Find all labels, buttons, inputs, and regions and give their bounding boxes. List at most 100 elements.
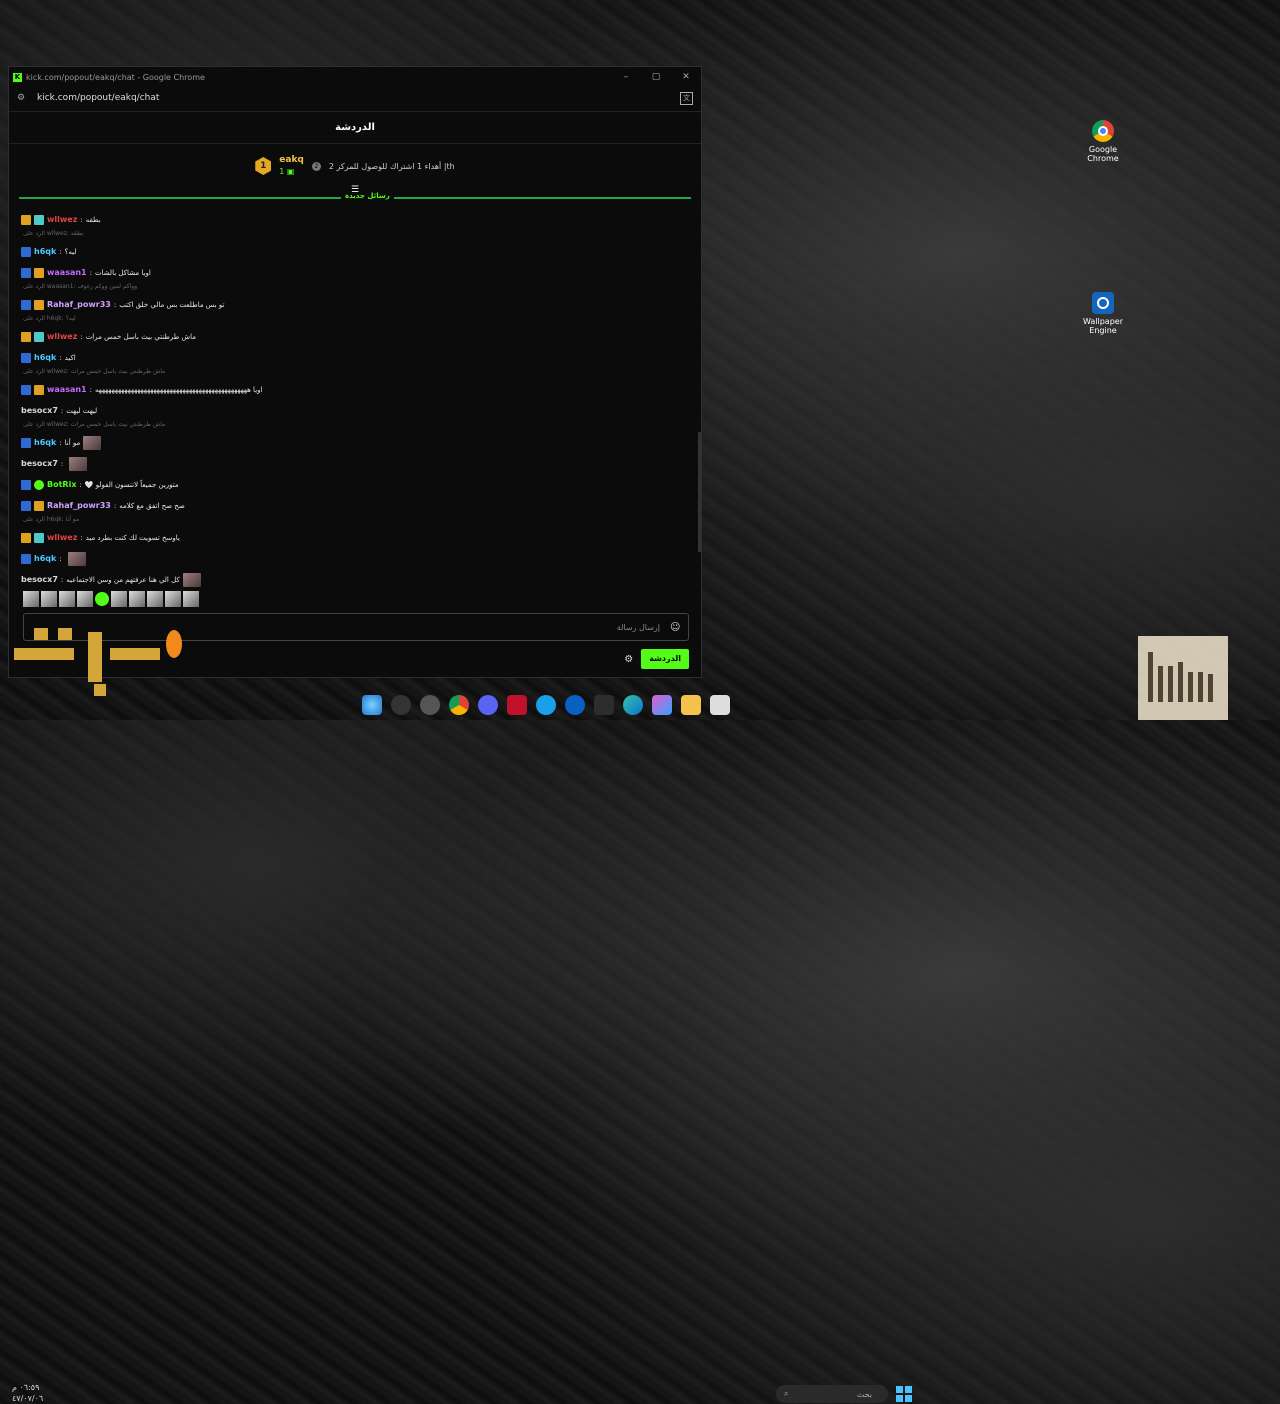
chat-message-text: بطقه [85,215,101,224]
chat-message-text: مو أنا [64,438,81,447]
translate-icon[interactable]: 文 [680,91,693,105]
chat-username[interactable]: h6qk [34,353,56,362]
chat-header-title: الدردشة [335,122,375,133]
reply-context[interactable]: الرد على wllwez: ماش طرطنتي بيث باسل خمس… [21,368,691,379]
emote-icon[interactable] [147,591,163,607]
store-icon[interactable] [594,695,614,715]
taskbar-search[interactable]: ⌕ بحث [776,1385,888,1403]
teal-badge-icon [34,214,44,225]
chat-message[interactable]: wllwez: ياوسخ تسويت لك كنت بطرد ميد [21,527,691,548]
message-separator: : [89,385,92,394]
message-separator: : [89,268,92,277]
help-icon[interactable] [536,695,556,715]
chat-message[interactable]: besocx7: كل الي هنا عرفتهم من وسن الاجتما… [21,569,691,590]
search-icon: ⌕ [784,1389,789,1398]
pinned-gift-banner[interactable]: 1 eakq 1 ▣ 2 أهداء 1 اشتراك للوصول للمرك… [9,145,701,187]
chat-message[interactable]: Rahaf_powr33: صح صح اتفق مع كلامه [21,495,691,516]
emote-icon[interactable] [165,591,181,607]
blue-badge-icon [21,299,31,310]
system-clock[interactable]: ٠٦:٥٩ م ٤٧/٠٧/٠٦ [12,1382,43,1404]
hp-icon[interactable] [565,695,585,715]
reply-context[interactable]: الرد على wllwez: ماش طرطنتي بيث باسل خمس… [21,421,691,432]
chat-username[interactable]: Rahaf_powr33 [47,300,111,309]
chat-username[interactable]: h6qk [34,554,56,563]
chat-username[interactable]: waasan1 [47,268,87,277]
emote-icon[interactable] [111,591,127,607]
emote-image [182,572,201,587]
url-text[interactable]: kick.com/popout/eakq/chat [37,93,159,103]
reply-context[interactable]: الرد على h6qk: ليه؟ [21,315,691,326]
new-messages-divider: رسائل جديدة [19,192,691,200]
message-separator: : [59,247,62,256]
chat-username[interactable]: Rahaf_powr33 [47,501,111,510]
teal-badge-icon [34,331,44,342]
desktop-icon-label: Google Chrome [1087,145,1119,163]
chat-header: الدردشة [9,111,701,144]
chat-username[interactable]: waasan1 [47,385,87,394]
chat-message[interactable]: wllwez: ماش طرطنتي بيث باسل خمس مرات [21,326,691,347]
chat-settings-gear-icon[interactable]: ⚙ [624,654,633,665]
steam-icon[interactable] [420,695,440,715]
reply-context[interactable]: الرد على waasan1: وواكم لمين ووكم رغوف [21,283,691,294]
desktop-wallpaper-engine-shortcut[interactable]: Wallpaper Engine [1073,292,1133,335]
chat-message[interactable]: Rahaf_powr33: تو بس ماطلعت بس مالي خلق اك… [21,294,691,315]
chrome-taskbar-icon[interactable] [449,695,469,715]
chat-username[interactable]: besocx7 [21,459,58,468]
gold-badge-icon [21,331,31,342]
emoji-picker-icon[interactable]: ☺ [670,622,680,633]
address-bar[interactable]: ⚙ kick.com/popout/eakq/chat 文 [9,87,701,109]
copilot-icon[interactable] [652,695,672,715]
chat-message[interactable]: h6qk: مو أنا [21,432,691,453]
mcafee-icon[interactable] [507,695,527,715]
wallpaper-engine-icon [1092,292,1114,314]
chat-username[interactable]: h6qk [34,438,56,447]
settings-gear-icon[interactable] [391,695,411,715]
chat-message-text: اكيد [64,353,76,362]
chat-username[interactable]: BotRix [47,480,76,489]
chat-message[interactable]: h6qk: [21,548,691,569]
chat-message-text: ليه؟ [64,247,77,256]
chat-username[interactable]: besocx7 [21,575,58,584]
file-explorer-icon[interactable] [681,695,701,715]
close-button[interactable]: ✕ [671,72,701,82]
emote-icon[interactable] [23,591,39,607]
rank-number-icon: 2 [311,161,321,171]
minimize-button[interactable]: – [611,72,641,82]
green-badge-icon [34,479,44,490]
kick-emote-icon[interactable] [95,592,109,606]
weather-icon[interactable] [362,695,382,715]
chat-username[interactable]: wllwez [47,215,77,224]
chat-message[interactable]: h6qk: اكيد [21,347,691,368]
emote-icon[interactable] [129,591,145,607]
reply-context[interactable]: الرد على h6qk: مو أنا [21,516,691,527]
emote-icon[interactable] [59,591,75,607]
chat-message[interactable]: BotRix: 🤍 متورين جميعاً لاتنسون الفولو [21,474,691,495]
maximize-button[interactable]: ▢ [641,72,671,82]
chat-username[interactable]: wllwez [47,332,77,341]
chat-username[interactable]: besocx7 [21,406,58,415]
chat-message[interactable]: besocx7: ليهت ليهت [21,400,691,421]
windows-start-icon[interactable] [896,1386,912,1402]
send-chat-button[interactable]: الدردشة [641,649,689,669]
discord-icon[interactable] [478,695,498,715]
emote-icon[interactable] [41,591,57,607]
site-settings-icon[interactable]: ⚙ [17,93,27,103]
desktop-chrome-shortcut[interactable]: Google Chrome [1073,120,1133,163]
task-view-icon[interactable] [710,695,730,715]
reply-context[interactable]: الرد على wllwez: بطقه [21,230,691,241]
chat-message[interactable]: waasan1: اويا ههههههههههههههههههههههههههه… [21,379,691,400]
chat-message[interactable]: wllwez: بطقه [21,209,691,230]
message-separator: : [113,300,117,309]
chat-message[interactable]: besocx7: [21,453,691,474]
chat-username[interactable]: wllwez [47,533,77,542]
chat-username[interactable]: h6qk [34,247,56,256]
emote-icon[interactable] [77,591,93,607]
blue-badge-icon [21,500,31,511]
taskbar: ⌕ بحث ٠٦:٥٩ م ٤٧/٠٧/٠٦ [0,690,1280,1403]
emote-icon[interactable] [183,591,199,607]
chat-scrollbar[interactable] [698,432,701,552]
edge-icon[interactable] [623,695,643,715]
chat-message[interactable]: h6qk: ليه؟ [21,241,691,262]
chat-message[interactable]: waasan1: اويا مشاكل بالشات [21,262,691,283]
window-titlebar[interactable]: K kick.com/popout/eakq/chat - Google Chr… [9,67,701,87]
